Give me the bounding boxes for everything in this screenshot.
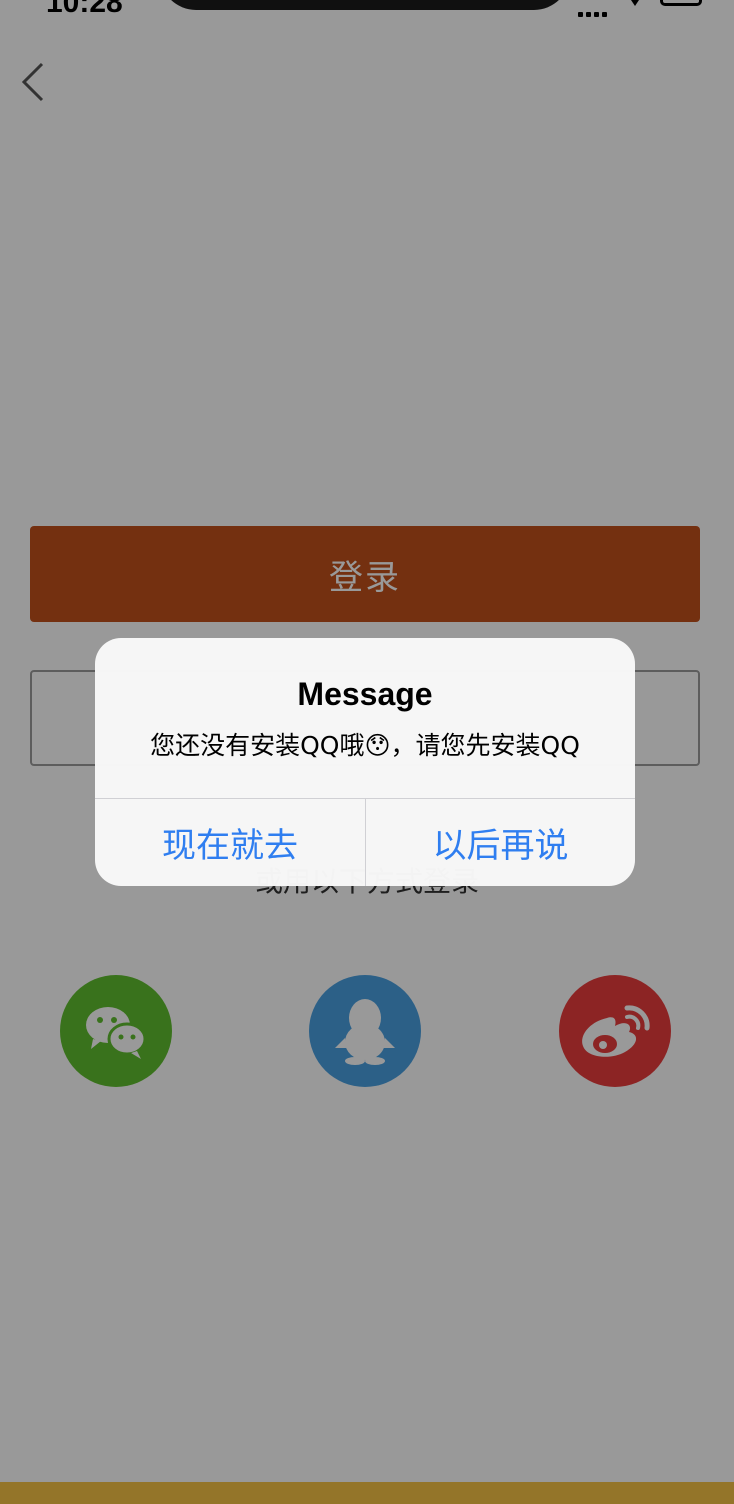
alert-dialog: Message 您还没有安装QQ哦😯，请您先安装QQ 现在就去 以后再说 xyxy=(95,638,635,886)
go-now-button[interactable]: 现在就去 xyxy=(95,799,365,886)
later-button[interactable]: 以后再说 xyxy=(366,799,635,886)
alert-message: 您还没有安装QQ哦😯，请您先安装QQ xyxy=(150,731,580,760)
alert-title: Message xyxy=(297,676,433,712)
